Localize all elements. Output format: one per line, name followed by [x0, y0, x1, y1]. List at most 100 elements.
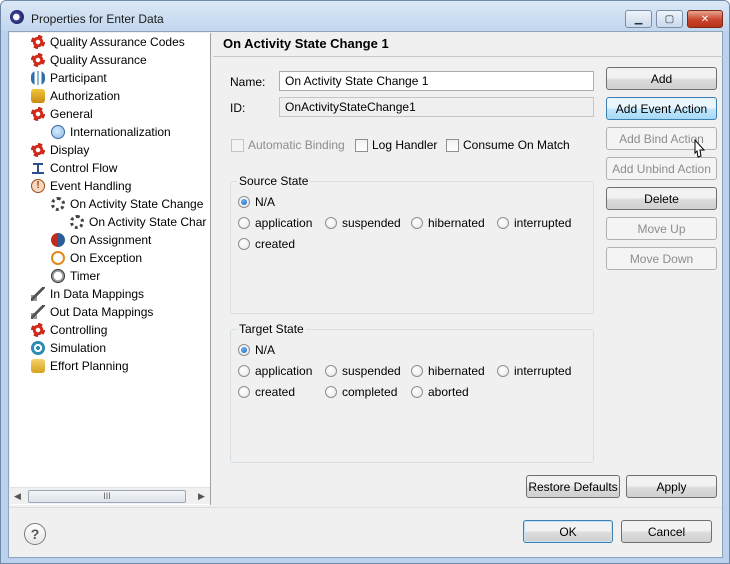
data-mapping-icon: [31, 287, 45, 301]
ok-button[interactable]: OK: [523, 520, 613, 543]
target-radio-completed[interactable]: completed: [325, 385, 397, 399]
radio-button[interactable]: [325, 386, 337, 398]
radio-button[interactable]: [497, 217, 509, 229]
tree-item-control-flow[interactable]: Control Flow: [31, 159, 117, 177]
source-radio-interrupted[interactable]: interrupted: [497, 216, 571, 230]
tree-item-quality-assurance-codes[interactable]: Quality Assurance Codes: [31, 33, 185, 51]
maximize-button[interactable]: ▢: [656, 10, 683, 28]
tree-item-timer[interactable]: Timer: [51, 267, 100, 285]
tree-item-label: In Data Mappings: [50, 287, 145, 301]
tree-item-authorization[interactable]: Authorization: [31, 87, 120, 105]
source-radio-na[interactable]: N/A: [238, 195, 275, 209]
checkbox-box[interactable]: [446, 138, 459, 152]
restore-defaults-button[interactable]: Restore Defaults: [526, 475, 620, 498]
radio-label: application: [255, 216, 313, 230]
radio-label: N/A: [255, 343, 276, 357]
radio-button[interactable]: [238, 217, 250, 229]
tree-item-label: On Exception: [70, 251, 143, 265]
add-button[interactable]: Add: [606, 67, 717, 90]
target-radio-hibernated[interactable]: hibernated: [411, 364, 485, 378]
target-radio-application[interactable]: application: [238, 364, 312, 378]
radio-button[interactable]: [238, 386, 250, 398]
target-radio-aborted[interactable]: aborted: [411, 385, 469, 399]
tree-item-effort-planning[interactable]: Effort Planning: [31, 357, 129, 375]
gear-icon: [31, 53, 45, 67]
maximize-icon: ▢: [664, 13, 675, 25]
radio-label: completed: [342, 385, 398, 399]
source-radio-created[interactable]: created: [238, 237, 295, 251]
log-handler-checkbox[interactable]: Log Handler: [355, 138, 437, 152]
checkbox-box: [231, 138, 244, 152]
radio-button[interactable]: [411, 217, 423, 229]
target-state-title: Target State: [237, 322, 306, 336]
source-radio-application[interactable]: application: [238, 216, 312, 230]
tree-item-general[interactable]: General: [31, 105, 93, 123]
radio-button[interactable]: [497, 365, 509, 377]
tree-item-out-data-mappings[interactable]: Out Data Mappings: [31, 303, 153, 321]
tree-item-controlling[interactable]: Controlling: [31, 321, 107, 339]
radio-button[interactable]: [325, 365, 337, 377]
target-radio-interrupted[interactable]: interrupted: [497, 364, 571, 378]
target-radio-na[interactable]: N/A: [238, 343, 275, 357]
radio-button[interactable]: [325, 217, 337, 229]
scrollbar-thumb[interactable]: III: [28, 490, 186, 503]
tree-item-quality-assurance[interactable]: Quality Assurance: [31, 51, 147, 69]
add-unbind-action-button[interactable]: Add Unbind Action: [606, 157, 717, 180]
scroll-left-icon[interactable]: ◀: [14, 491, 21, 502]
radio-button[interactable]: [411, 365, 423, 377]
minimize-icon: ▁: [634, 13, 643, 25]
move-down-button[interactable]: Move Down: [606, 247, 717, 270]
cancel-button[interactable]: Cancel: [621, 520, 712, 543]
target-radio-created[interactable]: created: [238, 385, 295, 399]
radio-label: interrupted: [514, 216, 572, 230]
tree-item-event-handling[interactable]: ! Event Handling: [31, 177, 131, 195]
scroll-right-icon[interactable]: ▶: [198, 491, 205, 502]
eclipse-icon: [10, 10, 24, 24]
consume-on-match-checkbox[interactable]: Consume On Match: [446, 138, 570, 152]
tree-item-label: Quality Assurance: [50, 53, 147, 67]
move-up-button[interactable]: Move Up: [606, 217, 717, 240]
add-event-action-button[interactable]: Add Event Action: [606, 97, 717, 120]
tree-item-on-activity-state-change[interactable]: On Activity State Change: [51, 195, 203, 213]
delete-button[interactable]: Delete: [606, 187, 717, 210]
radio-button[interactable]: [411, 386, 423, 398]
close-button[interactable]: ✕: [687, 10, 723, 28]
dialog-button-bar: ? OK Cancel: [9, 507, 722, 557]
target-radio-suspended[interactable]: suspended: [325, 364, 401, 378]
tree-item-display[interactable]: Display: [31, 141, 89, 159]
minimize-button[interactable]: ▁: [625, 10, 652, 28]
id-field: OnActivityStateChange1: [279, 97, 594, 117]
tree-item-label: On Activity State Change: [70, 197, 204, 211]
checkbox-label: Automatic Binding: [248, 138, 345, 152]
tree-item-on-activity-state-change-1[interactable]: On Activity State Char: [70, 213, 207, 231]
tree-item-simulation[interactable]: Simulation: [31, 339, 106, 357]
radio-button[interactable]: [238, 196, 250, 208]
tree-item-internationalization[interactable]: Internationalization: [51, 123, 171, 141]
properties-dialog: Properties for Enter Data ▁ ▢ ✕ Quality …: [0, 0, 730, 564]
radio-label: interrupted: [514, 364, 572, 378]
radio-label: created: [255, 385, 296, 399]
participant-icon: [31, 71, 45, 85]
radio-label: suspended: [342, 364, 401, 378]
radio-button[interactable]: [238, 365, 250, 377]
tree-item-in-data-mappings[interactable]: In Data Mappings: [31, 285, 144, 303]
tree-item-participant[interactable]: Participant: [31, 69, 107, 87]
source-state-title: Source State: [237, 174, 311, 188]
radio-button[interactable]: [238, 344, 250, 356]
name-field[interactable]: [279, 71, 594, 91]
lock-icon: [31, 89, 45, 103]
apply-button[interactable]: Apply: [626, 475, 717, 498]
source-radio-hibernated[interactable]: hibernated: [411, 216, 485, 230]
tree-item-on-exception[interactable]: On Exception: [51, 249, 142, 267]
tree-item-on-assignment[interactable]: On Assignment: [51, 231, 151, 249]
tree-item-label: Internationalization: [70, 125, 171, 139]
tree-horizontal-scrollbar[interactable]: ◀ III ▶: [10, 487, 210, 504]
source-radio-suspended[interactable]: suspended: [325, 216, 401, 230]
help-icon[interactable]: ?: [24, 523, 46, 545]
radio-button[interactable]: [238, 238, 250, 250]
tree-item-label: Timer: [70, 269, 101, 283]
checkbox-box[interactable]: [355, 138, 368, 152]
tree-item-label: Quality Assurance Codes: [50, 35, 185, 49]
checkbox-label: Consume On Match: [463, 138, 570, 152]
tree-item-label: On Assignment: [70, 233, 152, 247]
